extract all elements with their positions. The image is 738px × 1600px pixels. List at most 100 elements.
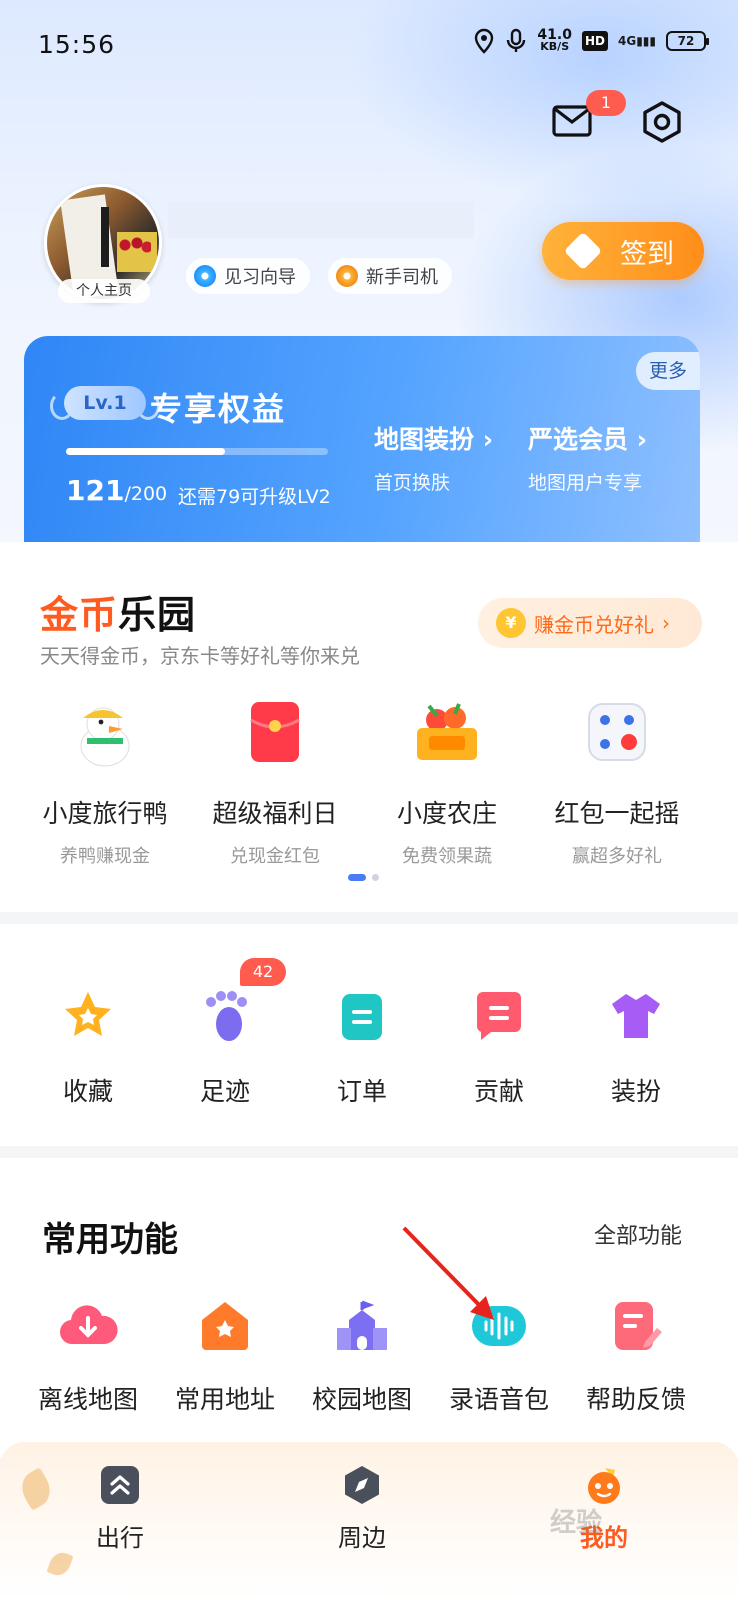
duck-icon: [80, 707, 130, 767]
coin-item-welfare[interactable]: 超级福利日 兑现金红包: [200, 692, 350, 868]
func-label: 帮助反馈: [585, 1385, 686, 1414]
func-label: 常用地址: [174, 1385, 275, 1414]
mail-badge: 1: [586, 90, 626, 116]
func-label: 校园地图: [311, 1385, 412, 1414]
common-functions-section: 常用功能 全部功能 离线地图 常用地址 校园地图 录语音包 帮助反馈: [0, 1158, 738, 1458]
func-offline-map[interactable]: 离线地图: [20, 1298, 156, 1416]
more-button[interactable]: 更多: [636, 352, 700, 390]
signal-label: 4G: [617, 34, 637, 48]
hd-icon: HD: [581, 31, 608, 51]
footprint-icon: [206, 991, 247, 1041]
compass-icon: [345, 1466, 379, 1504]
points: 121/200: [66, 474, 167, 507]
quick-label: 装扮: [610, 1077, 661, 1106]
all-functions-link[interactable]: 全部功能: [594, 1218, 682, 1250]
level-badge: Lv.1: [50, 386, 160, 420]
quick-label: 足迹: [199, 1077, 250, 1106]
red-envelope-icon: [250, 702, 300, 762]
status-bar: 15:56 41.0 KB/S HD 4G▮▮▮ 72: [0, 0, 738, 90]
nav-label: 出行: [96, 1524, 144, 1552]
quick-label: 贡献: [473, 1077, 524, 1106]
leaf-decoration: [15, 1467, 57, 1511]
nav-nearby[interactable]: 周边: [302, 1464, 422, 1553]
badge-driver[interactable]: 新手司机: [328, 258, 452, 294]
badge-driver-label: 新手司机: [366, 267, 438, 288]
red-arrow-annotation: [402, 1226, 494, 1320]
microphone-icon: [507, 28, 526, 52]
footprint-badge: 42: [240, 958, 286, 986]
earn-label: 赚金币兑好礼: [534, 612, 654, 637]
coin-item-label: 红包一起摇: [554, 799, 680, 828]
coin-item-sub: 免费领果蔬: [402, 846, 492, 867]
func-label: 录语音包: [448, 1385, 549, 1414]
travel-icon: [101, 1466, 139, 1504]
signal-icon: 4G▮▮▮: [617, 34, 656, 48]
quick-favorites[interactable]: 收藏: [28, 988, 148, 1108]
network-speed: 41.0 KB/S: [537, 28, 572, 53]
mascot-icon: [588, 1468, 620, 1504]
section-title: 常用功能: [42, 1220, 178, 1260]
coin-park-section: 金币乐园 天天得金币，京东卡等好礼等你来兑 ¥ 赚金币兑好礼 › 小度旅行鸭 养鸭赚…: [0, 542, 738, 912]
coin-park-logo: 金币乐园: [40, 593, 197, 637]
cloud-download-icon: [59, 1305, 118, 1345]
net-speed-unit: KB/S: [540, 40, 570, 53]
coin-park-subtitle: 天天得金币，京东卡等好礼等你来兑: [40, 644, 360, 668]
coin-item-duck[interactable]: 小度旅行鸭 养鸭赚现金: [30, 692, 180, 868]
mail-icon[interactable]: [552, 104, 592, 138]
func-common-address[interactable]: 常用地址: [157, 1298, 293, 1416]
quick-dressup[interactable]: 装扮: [576, 988, 696, 1108]
coin-item-label: 小度农庄: [396, 799, 497, 828]
member-benefits-card[interactable]: 更多 Lv.1 专享权益 121/200 还需79可升级LV2 地图装扮 › 首…: [24, 336, 700, 546]
home-icon: [202, 1302, 248, 1350]
dice-icon: [588, 703, 646, 761]
perk-map-skin[interactable]: 地图装扮 › 首页换肤: [374, 420, 493, 495]
points-current: 121: [66, 474, 125, 507]
level-progress-fill: [66, 448, 225, 455]
coin-item-shake[interactable]: 红包一起摇 赢超多好礼: [542, 692, 692, 868]
quick-label: 收藏: [62, 1077, 113, 1106]
profile-home-link[interactable]: 个人主页: [58, 279, 150, 303]
card-title: 专享权益: [150, 390, 287, 428]
bottom-navigation: 出行 周边 我的 经验: [0, 1442, 738, 1600]
chevron-right-icon: ›: [662, 611, 670, 635]
coin-item-sub: 养鸭赚现金: [60, 846, 150, 867]
order-icon: [342, 994, 382, 1040]
perk-sub: 地图用户专享: [528, 472, 643, 494]
status-time: 15:56: [38, 30, 116, 59]
contribution-icon: [476, 992, 521, 1040]
signin-label: 签到: [620, 238, 674, 270]
quick-label: 订单: [336, 1077, 387, 1106]
coin-item-farm[interactable]: 小度农庄 免费领果蔬: [372, 692, 522, 868]
func-help-feedback[interactable]: 帮助反馈: [568, 1298, 704, 1416]
driver-badge-icon: [336, 265, 358, 287]
upgrade-hint: 还需79可升级LV2: [178, 486, 331, 508]
quick-links-section: 收藏 足迹 42 订单 贡献 装扮: [0, 924, 738, 1146]
settings-icon[interactable]: [640, 100, 684, 144]
perk-vip[interactable]: 严选会员 › 地图用户专享: [528, 420, 647, 495]
quick-footprint[interactable]: 足迹: [165, 988, 285, 1108]
nav-label: 周边: [338, 1524, 386, 1552]
signin-button[interactable]: 签到: [542, 222, 704, 280]
func-label: 离线地图: [37, 1385, 138, 1414]
battery-icon: 72: [666, 31, 709, 51]
points-total: /200: [124, 483, 168, 505]
star-icon: [65, 992, 111, 1036]
carousel-indicator: [348, 874, 379, 881]
nav-travel[interactable]: 出行: [60, 1464, 180, 1553]
watermark: 经验: [550, 1508, 603, 1538]
perk-sub: 首页换肤: [374, 472, 451, 494]
guide-badge-icon: [194, 265, 216, 287]
quick-orders[interactable]: 订单: [302, 988, 422, 1108]
school-icon: [337, 1300, 387, 1350]
perk-title: 严选会员: [528, 425, 629, 454]
earn-coins-button[interactable]: ¥ 赚金币兑好礼 ›: [478, 598, 702, 648]
leaf-decoration: [46, 1549, 74, 1579]
tshirt-icon: [612, 994, 660, 1038]
badge-guide-label: 见习向导: [224, 267, 296, 288]
coin-icon: ¥: [496, 608, 526, 638]
badge-guide[interactable]: 见习向导: [186, 258, 310, 294]
quick-contribution[interactable]: 贡献: [439, 988, 559, 1108]
fruit-basket-icon: [417, 703, 477, 760]
coin-item-label: 超级福利日: [212, 799, 338, 828]
location-icon: [475, 28, 494, 54]
